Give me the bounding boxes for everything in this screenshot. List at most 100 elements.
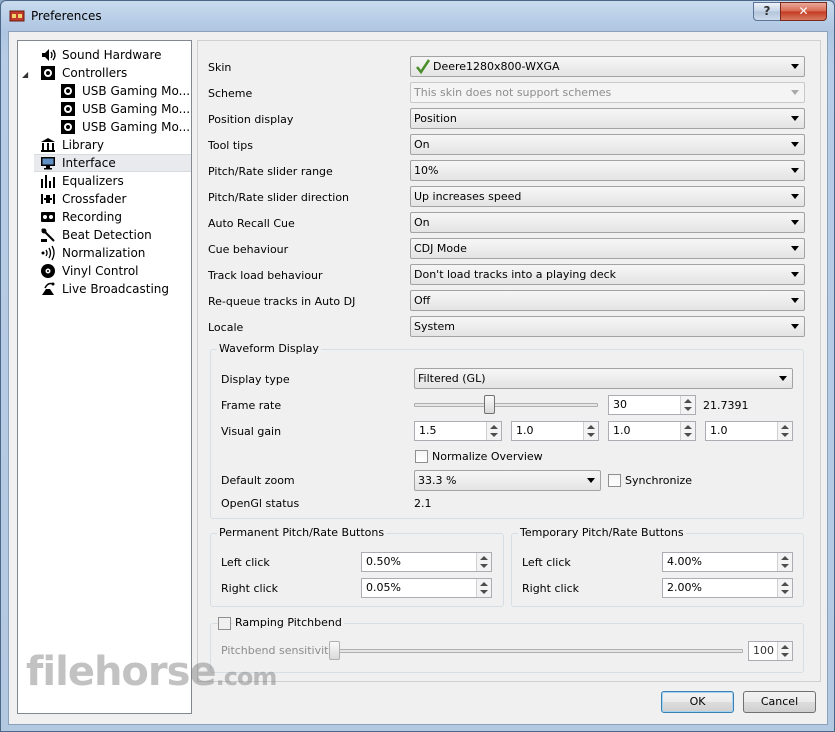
sidebar-item-normalization[interactable]: Normalization (40, 244, 145, 262)
speaker-icon (40, 47, 56, 63)
spinner-buttons[interactable] (476, 553, 491, 571)
locale-dropdown[interactable]: System (410, 316, 805, 337)
spinner-buttons[interactable] (583, 422, 598, 440)
chevron-down-icon (791, 90, 799, 95)
spinner-buttons[interactable] (476, 579, 491, 597)
visual-gain-all-spinbox[interactable]: 1.5 (414, 421, 502, 441)
equalizer-icon (40, 173, 56, 189)
spinner-buttons (777, 642, 792, 660)
sidebar-item-label: USB Gaming Mo... (82, 120, 191, 134)
sidebar-item-live-broadcasting[interactable]: Live Broadcasting (40, 280, 169, 298)
cancel-button[interactable]: Cancel (743, 691, 816, 713)
preferences-window: Preferences ? ✕ Sound Hardware ◢ Control… (0, 0, 835, 732)
display-type-dropdown[interactable]: Filtered (GL) (414, 368, 793, 389)
sidebar-item-label: Controllers (62, 66, 128, 80)
waveform-group-title: Waveform Display (217, 342, 321, 355)
app-icon (9, 9, 25, 23)
sidebar-item-recording[interactable]: Recording (40, 208, 122, 226)
spin-up-icon[interactable] (781, 425, 789, 429)
tool-tips-dropdown[interactable]: On (410, 134, 805, 155)
spin-down-icon[interactable] (781, 564, 789, 568)
frame-rate-slider-track[interactable] (414, 403, 598, 407)
display-type-value: Filtered (GL) (418, 372, 486, 385)
pitchbend-slider-track (329, 649, 743, 653)
broadcast-icon (40, 281, 56, 297)
spin-up-icon[interactable] (684, 425, 692, 429)
scheme-dropdown: This skin does not support schemes (410, 82, 805, 103)
spin-down-icon[interactable] (587, 433, 595, 437)
sidebar-item-usb-gaming-2[interactable]: USB Gaming Mo... (60, 100, 190, 118)
spin-up-icon[interactable] (480, 582, 488, 586)
default-zoom-dropdown[interactable]: 33.3 % (414, 470, 601, 491)
temporary-left-click-value: 4.00% (667, 555, 702, 568)
collapse-arrow-icon[interactable]: ◢ (22, 70, 28, 79)
synchronize-checkbox[interactable] (608, 474, 621, 487)
spin-down-icon[interactable] (684, 433, 692, 437)
spin-up-icon[interactable] (480, 556, 488, 560)
spin-down-icon[interactable] (684, 407, 692, 411)
title-bar[interactable]: Preferences ? ✕ (1, 1, 834, 31)
slider-range-dropdown[interactable]: 10% (410, 160, 805, 181)
normalization-icon (40, 245, 56, 261)
permanent-right-click-label: Right click (221, 582, 279, 595)
sidebar-item-crossfader[interactable]: Crossfader (40, 190, 126, 208)
sidebar-item-usb-gaming-1[interactable]: USB Gaming Mo... (60, 82, 190, 100)
visual-gain-high-spinbox[interactable]: 1.0 (705, 421, 793, 441)
temporary-right-click-spinbox[interactable]: 2.00% (662, 578, 793, 598)
sidebar-item-controllers[interactable]: Controllers (40, 64, 127, 82)
sidebar-item-usb-gaming-3[interactable]: USB Gaming Mo... (60, 118, 190, 136)
spin-down-icon[interactable] (781, 590, 789, 594)
sidebar-item-sound-hardware[interactable]: Sound Hardware (40, 46, 162, 64)
spin-up-icon[interactable] (781, 556, 789, 560)
sidebar-item-library[interactable]: Library (40, 136, 104, 154)
spin-down-icon[interactable] (781, 433, 789, 437)
spinner-buttons[interactable] (777, 579, 792, 597)
position-display-dropdown[interactable]: Position (410, 108, 805, 129)
ramping-pitchbend-label: Ramping Pitchbend (233, 616, 344, 629)
sidebar-item-vinyl-control[interactable]: Vinyl Control (40, 262, 139, 280)
tool-tips-value: On (414, 138, 430, 151)
permanent-left-click-spinbox[interactable]: 0.50% (361, 552, 492, 572)
controller-icon (60, 101, 76, 117)
filehorse-watermark: filehorse.com (26, 649, 277, 695)
sidebar-item-equalizers[interactable]: Equalizers (40, 172, 124, 190)
visual-gain-label: Visual gain (221, 425, 282, 438)
spinner-buttons[interactable] (680, 396, 695, 414)
visual-gain-mid-spinbox[interactable]: 1.0 (608, 421, 696, 441)
default-zoom-label: Default zoom (221, 474, 295, 487)
slider-direction-dropdown[interactable]: Up increases speed (410, 186, 805, 207)
auto-recall-cue-dropdown[interactable]: On (410, 212, 805, 233)
sidebar-item-interface[interactable]: Interface (34, 154, 191, 172)
spinner-buttons[interactable] (777, 553, 792, 571)
track-load-dropdown[interactable]: Don't load tracks into a playing deck (410, 264, 805, 285)
spinner-buttons[interactable] (680, 422, 695, 440)
visual-gain-all-value: 1.5 (419, 424, 437, 437)
chevron-down-icon (791, 168, 799, 173)
close-button[interactable]: ✕ (780, 2, 827, 21)
ramping-pitchbend-checkbox[interactable] (218, 617, 231, 630)
temporary-left-click-spinbox[interactable]: 4.00% (662, 552, 793, 572)
normalize-overview-checkbox[interactable] (415, 450, 428, 463)
cue-behaviour-dropdown[interactable]: CDJ Mode (410, 238, 805, 259)
spin-up-icon[interactable] (781, 582, 789, 586)
spinner-buttons[interactable] (486, 422, 501, 440)
slider-direction-value: Up increases speed (414, 190, 522, 203)
spinner-buttons[interactable] (777, 422, 792, 440)
help-button[interactable]: ? (753, 2, 781, 21)
frame-rate-slider-thumb[interactable] (484, 395, 496, 414)
spin-down-icon[interactable] (480, 564, 488, 568)
temporary-right-click-label: Right click (522, 582, 580, 595)
spin-up-icon[interactable] (490, 425, 498, 429)
sidebar-item-beat-detection[interactable]: Beat Detection (40, 226, 152, 244)
visual-gain-low-spinbox[interactable]: 1.0 (511, 421, 599, 441)
requeue-dropdown[interactable]: Off (410, 290, 805, 311)
spin-up-icon[interactable] (587, 425, 595, 429)
permanent-right-click-spinbox[interactable]: 0.05% (361, 578, 492, 598)
frame-rate-spinbox[interactable]: 30 (608, 395, 696, 415)
ok-button[interactable]: OK (661, 691, 734, 713)
spin-down-icon[interactable] (490, 433, 498, 437)
spin-down-icon[interactable] (480, 590, 488, 594)
spin-up-icon[interactable] (684, 399, 692, 403)
skin-dropdown[interactable]: Deere1280x800-WXGA (410, 56, 805, 77)
temporary-right-click-value: 2.00% (667, 581, 702, 594)
